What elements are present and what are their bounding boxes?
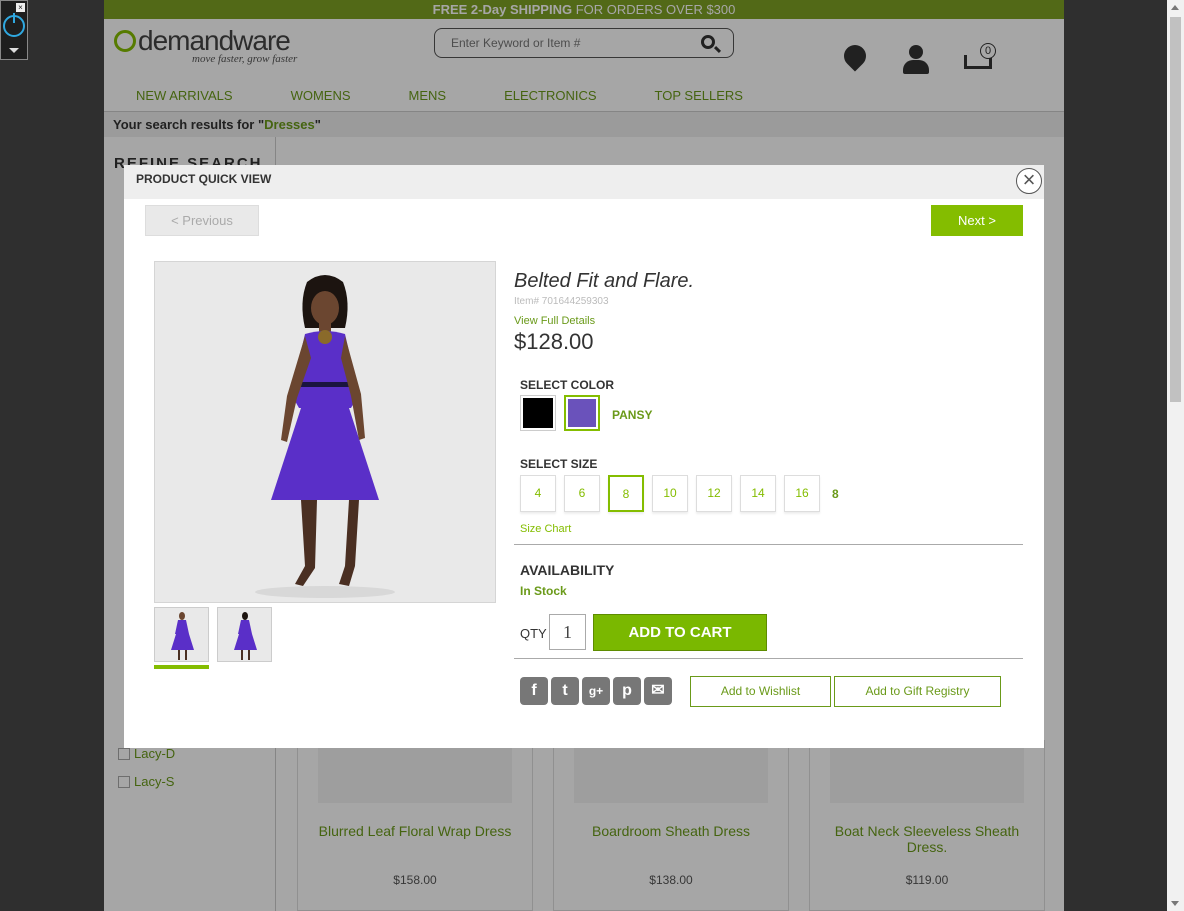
size-option-10[interactable]: 10 (652, 475, 688, 512)
add-to-wishlist-button[interactable]: Add to Wishlist (690, 676, 831, 707)
view-full-details-link[interactable]: View Full Details (514, 315, 1024, 327)
size-option-12[interactable]: 12 (696, 475, 732, 512)
scroll-up-arrow-icon[interactable] (1171, 5, 1179, 10)
product-thumbnail[interactable] (217, 607, 272, 662)
size-option-6[interactable]: 6 (564, 475, 600, 512)
swatch-fill (523, 398, 553, 428)
select-color-label: SELECT COLOR (520, 378, 615, 392)
scrollbar-thumb[interactable] (1170, 17, 1181, 402)
availability-label: AVAILABILITY (520, 562, 615, 578)
product-price: $128.00 (514, 329, 594, 354)
qty-label: QTY (520, 626, 547, 641)
product-thumbnail[interactable] (154, 607, 209, 662)
product-title: Belted Fit and Flare. (514, 270, 695, 292)
modal-title: PRODUCT QUICK VIEW (124, 165, 1044, 199)
size-chart-link[interactable]: Size Chart (520, 523, 571, 535)
scroll-down-arrow-icon[interactable] (1171, 901, 1179, 906)
model-photo (255, 275, 395, 598)
close-icon[interactable]: × (1016, 168, 1042, 194)
size-option-8[interactable]: 8 (608, 475, 644, 512)
quantity-input[interactable]: 1 (549, 614, 586, 650)
thumbnail-photo (171, 612, 194, 660)
pinterest-icon[interactable]: p (613, 677, 641, 705)
facebook-icon[interactable]: f (520, 677, 548, 705)
close-icon[interactable]: × (16, 3, 25, 12)
product-main-image[interactable] (154, 261, 496, 603)
divider (514, 658, 1023, 659)
google-plus-icon[interactable]: g+ (582, 677, 610, 705)
size-option-16[interactable]: 16 (784, 475, 820, 512)
divider (514, 544, 1023, 545)
chevron-down-icon[interactable] (9, 48, 19, 53)
quick-view-modal: PRODUCT QUICK VIEW × < Previous Next > B… (124, 165, 1044, 748)
active-thumbnail-indicator (154, 665, 209, 669)
color-swatch-pansy[interactable] (564, 395, 600, 431)
selected-size: 8 (832, 487, 839, 501)
twitter-icon[interactable]: t (551, 677, 579, 705)
swatch-fill (568, 399, 596, 427)
scrollbar[interactable] (1167, 0, 1184, 911)
add-to-gift-registry-button[interactable]: Add to Gift Registry (834, 676, 1001, 707)
extension-widget[interactable]: × (0, 0, 28, 60)
stock-status: In Stock (520, 584, 567, 598)
size-option-4[interactable]: 4 (520, 475, 556, 512)
product-info: Belted Fit and Flare. Item# 701644259303… (514, 270, 1024, 707)
add-to-cart-button[interactable]: ADD TO CART (593, 614, 767, 651)
size-option-14[interactable]: 14 (740, 475, 776, 512)
email-icon[interactable]: ✉ (644, 677, 672, 705)
next-button[interactable]: Next > (931, 205, 1023, 236)
color-swatch-black[interactable] (520, 395, 556, 431)
power-icon[interactable] (3, 13, 25, 37)
thumbnail-photo (234, 612, 257, 660)
select-size-label: SELECT SIZE (520, 457, 598, 471)
item-number: Item# 701644259303 (514, 296, 609, 307)
selected-color-name: PANSY (612, 408, 653, 422)
previous-button[interactable]: < Previous (145, 205, 259, 236)
